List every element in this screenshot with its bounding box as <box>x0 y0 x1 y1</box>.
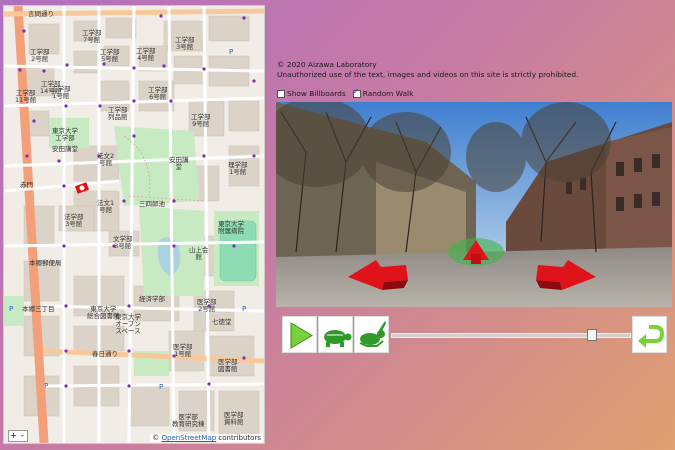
map-label: 安田講堂 <box>52 145 78 153</box>
map-label: 工学部 列品館 <box>108 106 128 121</box>
openstreetmap-link[interactable]: OpenStreetMap <box>161 434 216 442</box>
map-label: 山上会館 <box>189 246 209 261</box>
map-label: 工学部 9号館 <box>191 113 211 128</box>
map-label: 工学部 5号館 <box>100 48 120 63</box>
zoom-control[interactable]: + - <box>8 430 28 442</box>
u-turn-arrow-icon <box>638 325 665 348</box>
map-label: 工学部 6号館 <box>148 86 168 101</box>
map-label: 医学部 教育研究棟 <box>172 413 205 428</box>
attribution-suffix: contributors <box>218 434 261 442</box>
zoom-in-button[interactable]: + <box>9 431 18 441</box>
random-walk-label[interactable]: Random Walk <box>363 89 414 98</box>
svg-text:P: P <box>9 305 13 313</box>
map-label: 法文1 号館 <box>97 199 115 214</box>
map-label: 七徳堂 <box>212 318 232 326</box>
play-triangle-icon <box>290 322 313 349</box>
panorama-image <box>276 102 672 307</box>
forward-arrow-green <box>448 238 504 266</box>
map-label: 東京大学 附属病院 <box>218 220 244 235</box>
progress-slider-thumb[interactable] <box>586 329 597 341</box>
map-label: 工学部 3号館 <box>175 36 195 51</box>
map-label: 本郷郵便局 <box>29 259 62 267</box>
map-label: 医学部 1号館 <box>173 343 193 358</box>
map-label: 工学部 7号館 <box>82 29 102 44</box>
copyright-text: © 2020 Aizawa Laboratory <box>277 60 377 69</box>
attribution-copyright: © <box>152 434 160 442</box>
map-label: 法学部 3号館 <box>64 213 84 228</box>
map-label: 本郷三丁目 <box>22 305 55 313</box>
map-label: 赤門 <box>20 181 33 189</box>
map-label: 工学部 11号館 <box>15 89 37 104</box>
show-billboards-checkbox[interactable] <box>277 89 285 98</box>
map-label: 安田講堂 <box>169 156 189 171</box>
svg-text:P: P <box>229 48 233 56</box>
map-label: 医学部 資料館 <box>224 411 244 426</box>
map-attribution: © OpenStreetMap contributors <box>150 434 263 442</box>
turtle-icon <box>324 330 352 347</box>
view-options: Show Billboards Random Walk <box>277 87 414 98</box>
site-info: © 2020 Aizawa Laboratory Unauthorized us… <box>277 60 578 80</box>
map-label: 工学部 1号館 <box>51 85 71 100</box>
map-label: 東京大学 工学部 <box>52 127 78 142</box>
map-label: 三四郎池 <box>139 200 165 208</box>
map-label: 春日通り <box>92 350 118 358</box>
street-view-panorama[interactable] <box>276 102 672 307</box>
svg-text:P: P <box>159 383 163 391</box>
playback-controls <box>282 316 668 354</box>
rabbit-icon <box>359 321 386 347</box>
map-label: 東京大学 オープン スペース <box>115 313 141 335</box>
street-map[interactable]: P P P P P 言問通り 工学部 7号館 工学部 3号館 工学部 2号館 工学部 5号館 工学… <box>3 5 265 444</box>
slow-speed-button[interactable] <box>318 316 353 353</box>
random-walk-checkbox[interactable] <box>352 87 361 98</box>
map-label: 工学部 4号館 <box>136 47 156 62</box>
map-label: 理学部 1号館 <box>228 161 248 176</box>
fast-speed-button[interactable] <box>354 316 389 353</box>
zoom-out-button[interactable]: - <box>18 431 27 441</box>
map-label: 工学部 2号館 <box>30 48 50 63</box>
map-label: 医学部 2号館 <box>197 298 217 313</box>
svg-text:P: P <box>242 305 246 313</box>
show-billboards-label[interactable]: Show Billboards <box>287 89 346 98</box>
map-label: 法文2 号館 <box>97 152 115 167</box>
return-button[interactable] <box>632 316 667 353</box>
usage-notice: Unauthorized use of the text, images and… <box>277 70 579 79</box>
map-label: 医学部 図書館 <box>218 358 238 373</box>
map-label: 経済学部 <box>139 295 165 303</box>
svg-text:P: P <box>44 382 48 390</box>
map-label: 言問通り <box>28 10 54 18</box>
map-label: 文学部 3号館 <box>113 235 133 250</box>
play-button[interactable] <box>282 316 317 353</box>
